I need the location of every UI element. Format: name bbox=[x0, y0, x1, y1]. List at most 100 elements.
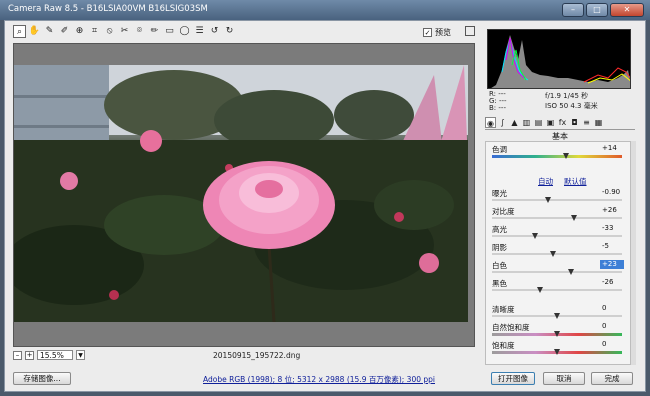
preview-label: 预览 bbox=[435, 28, 451, 37]
slider-track[interactable] bbox=[492, 289, 622, 291]
slider-track[interactable] bbox=[492, 199, 622, 201]
slider-handle[interactable] bbox=[531, 233, 538, 239]
effects-tab-icon[interactable]: fx bbox=[557, 117, 568, 128]
slider-value-field[interactable]: +23 bbox=[600, 260, 624, 269]
tool-bar: ⌕ ✋ ✎ ✐ ⊕ ⌗ ⦸ ✂ ⌾ ✏ ▭ ◯ ☰ ↺ ↻ bbox=[13, 25, 236, 38]
slider-handle[interactable] bbox=[554, 349, 560, 355]
default-link[interactable]: 默认值 bbox=[564, 176, 587, 187]
snapshots-tab-icon[interactable]: ▦ bbox=[593, 117, 604, 128]
slider-handle[interactable] bbox=[570, 215, 577, 221]
bottom-bar: 存储图像... Adobe RGB (1998); 8 位; 5312 x 29… bbox=[5, 367, 645, 391]
slider-row: 白色 +23 bbox=[486, 260, 626, 278]
rotate-right-icon[interactable]: ↻ bbox=[223, 25, 236, 38]
basic-tab-icon[interactable]: ◉ bbox=[485, 117, 496, 128]
slider-label: 色调 bbox=[492, 145, 507, 154]
close-button[interactable]: ✕ bbox=[610, 3, 644, 17]
window-title: Camera Raw 8.5 - B16LSIA00VM B16LSIG03SM bbox=[8, 4, 208, 14]
canvas-status-bar: – + 15.5% ▼ 20150915_195722.dng bbox=[13, 348, 475, 362]
slider-track[interactable] bbox=[492, 253, 622, 255]
presets-tab-icon[interactable]: ≡ bbox=[581, 117, 592, 128]
minimize-button[interactable]: – bbox=[562, 3, 584, 17]
zoom-tool-icon[interactable]: ⌕ bbox=[13, 25, 26, 38]
photo-preview bbox=[14, 65, 468, 322]
exif-info: f/1.9 1/45 秒 ISO 50 4.3 毫米 bbox=[545, 91, 598, 111]
slider-value-field[interactable]: 0 bbox=[600, 304, 624, 313]
rgb-readout: R: --- G: --- B: --- bbox=[489, 91, 507, 112]
slider-track[interactable] bbox=[492, 271, 622, 273]
fullscreen-icon[interactable] bbox=[465, 26, 475, 36]
lens-tab-icon[interactable]: ▣ bbox=[545, 117, 556, 128]
slider-row: 自然饱和度 0 bbox=[486, 322, 626, 340]
camera-info: R: --- G: --- B: --- f/1.9 1/45 秒 ISO 50… bbox=[487, 91, 631, 113]
slider-row: 阴影 -5 bbox=[486, 242, 626, 260]
open-image-button[interactable]: 打开图像 bbox=[491, 372, 535, 385]
slider-track[interactable] bbox=[492, 155, 622, 158]
adjustment-brush-tool-icon[interactable]: ✏ bbox=[148, 25, 161, 38]
rose-photo-image bbox=[14, 65, 468, 322]
slider-handle[interactable] bbox=[563, 153, 570, 159]
white-balance-tool-icon[interactable]: ✎ bbox=[43, 25, 56, 38]
preview-toggle[interactable]: ✓ 预览 bbox=[423, 27, 451, 38]
camera-calibration-tab-icon[interactable]: ◘ bbox=[569, 117, 580, 128]
crop-tool-icon[interactable]: ⌗ bbox=[88, 25, 101, 38]
split-toning-tab-icon[interactable]: ▤ bbox=[533, 117, 544, 128]
slider-handle[interactable] bbox=[544, 197, 551, 203]
panel-tabs: ◉ ∫ ▲ ▥ ▤ ▣ fx ◘ ≡ ▦ bbox=[485, 117, 635, 130]
hand-tool-icon[interactable]: ✋ bbox=[28, 25, 41, 38]
slider-label: 阴影 bbox=[492, 243, 507, 252]
done-button[interactable]: 完成 bbox=[591, 372, 633, 385]
slider-handle[interactable] bbox=[537, 287, 544, 293]
rotate-left-icon[interactable]: ↺ bbox=[208, 25, 221, 38]
slider-value-field[interactable]: +14 bbox=[600, 144, 624, 153]
spot-removal-tool-icon[interactable]: ✂ bbox=[118, 25, 131, 38]
slider-track[interactable] bbox=[492, 217, 622, 219]
zoom-level-field[interactable]: 15.5% bbox=[37, 350, 73, 360]
preview-checkbox[interactable]: ✓ bbox=[423, 28, 432, 37]
slider-label: 曝光 bbox=[492, 189, 507, 198]
zoom-out-button[interactable]: – bbox=[13, 350, 22, 360]
preferences-icon[interactable]: ☰ bbox=[193, 25, 206, 38]
hsl-tab-icon[interactable]: ▥ bbox=[521, 117, 532, 128]
straighten-tool-icon[interactable]: ⦸ bbox=[103, 25, 116, 38]
chevron-down-icon[interactable]: ▼ bbox=[76, 350, 85, 360]
slider-value-field[interactable]: 0 bbox=[600, 340, 624, 349]
slider-value-field[interactable]: +26 bbox=[600, 206, 624, 215]
slider-label: 饱和度 bbox=[492, 341, 515, 350]
slider-value-field[interactable]: -33 bbox=[600, 224, 624, 233]
save-image-button[interactable]: 存储图像... bbox=[13, 372, 71, 385]
auto-link[interactable]: 自动 bbox=[538, 176, 553, 187]
slider-handle[interactable] bbox=[550, 251, 557, 257]
aperture-shutter: f/1.9 1/45 秒 bbox=[545, 92, 589, 100]
detail-tab-icon[interactable]: ▲ bbox=[509, 117, 520, 128]
cancel-button[interactable]: 取消 bbox=[543, 372, 585, 385]
basic-panel: 自动 默认值 色调 +14 曝光 -0.90 对比度 +26 高光 -33 阴影 -5 白色 +23 黑… bbox=[485, 141, 631, 365]
slider-label: 白色 bbox=[492, 261, 507, 270]
red-eye-tool-icon[interactable]: ⌾ bbox=[133, 25, 146, 38]
slider-row: 清晰度 0 bbox=[486, 304, 626, 322]
slider-row: 色调 +14 bbox=[486, 144, 626, 162]
workflow-options-link[interactable]: Adobe RGB (1998); 8 位; 5312 x 2988 (15.9… bbox=[203, 374, 435, 385]
b-value: B: --- bbox=[489, 104, 506, 112]
slider-handle[interactable] bbox=[568, 269, 575, 275]
slider-row: 高光 -33 bbox=[486, 224, 626, 242]
slider-row: 曝光 -0.90 bbox=[486, 188, 626, 206]
graduated-filter-tool-icon[interactable]: ▭ bbox=[163, 25, 176, 38]
target-adjust-tool-icon[interactable]: ⊕ bbox=[73, 25, 86, 38]
panel-scrollbar[interactable] bbox=[631, 141, 636, 365]
slider-label: 对比度 bbox=[492, 207, 515, 216]
slider-value-field[interactable]: -0.90 bbox=[600, 188, 624, 197]
camera-raw-dialog: ⌕ ✋ ✎ ✐ ⊕ ⌗ ⦸ ✂ ⌾ ✏ ▭ ◯ ☰ ↺ ↻ ✓ 预览 – + 1… bbox=[4, 20, 646, 392]
zoom-in-button[interactable]: + bbox=[25, 350, 34, 360]
slider-track[interactable] bbox=[492, 235, 622, 237]
slider-handle[interactable] bbox=[554, 331, 560, 337]
slider-label: 清晰度 bbox=[492, 305, 515, 314]
maximize-button[interactable]: □ bbox=[586, 3, 608, 17]
slider-value-field[interactable]: -5 bbox=[600, 242, 624, 251]
slider-handle[interactable] bbox=[554, 313, 560, 319]
tone-curve-tab-icon[interactable]: ∫ bbox=[497, 117, 508, 128]
slider-value-field[interactable]: -26 bbox=[600, 278, 624, 287]
radial-filter-tool-icon[interactable]: ◯ bbox=[178, 25, 191, 38]
slider-row: 饱和度 0 bbox=[486, 340, 626, 358]
color-sampler-tool-icon[interactable]: ✐ bbox=[58, 25, 71, 38]
slider-value-field[interactable]: 0 bbox=[600, 322, 624, 331]
